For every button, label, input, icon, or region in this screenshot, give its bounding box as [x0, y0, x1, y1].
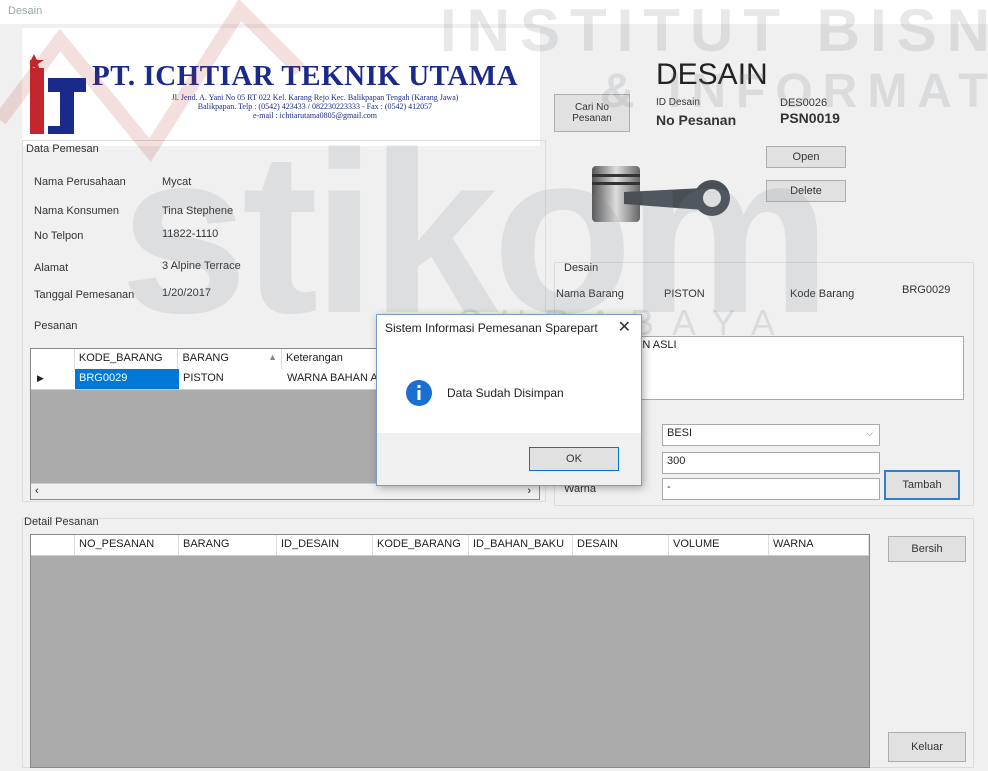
ok-button[interactable]: OK — [529, 447, 619, 471]
col-desain[interactable]: DESAIN — [573, 535, 669, 555]
col-no-pesanan[interactable]: NO_PESANAN — [75, 535, 179, 555]
id-desain-label: ID Desain — [656, 97, 700, 108]
bersih-button[interactable]: Bersih — [888, 536, 966, 562]
tanggal-pemesanan-value: 1/20/2017 — [162, 287, 211, 299]
info-icon — [406, 380, 432, 406]
no-pesanan-value: PSN0019 — [780, 110, 840, 126]
tanggal-pemesanan-label: Tanggal Pemesanan — [34, 289, 135, 301]
desain-title: Desain — [564, 262, 599, 274]
form-title: DESAIN — [656, 58, 768, 91]
scroll-right-icon[interactable]: › — [527, 485, 531, 497]
pesanan-label: Pesanan — [34, 320, 78, 332]
no-telpon-label: No Telpon — [34, 230, 84, 242]
col-kode-barang[interactable]: KODE_BARANG — [373, 535, 469, 555]
chevron-down-icon[interactable]: ⌵ — [866, 428, 873, 439]
col-id-bahan-baku[interactable]: ID_BAHAN_BAKU — [469, 535, 573, 555]
open-button[interactable]: Open — [766, 146, 846, 168]
alamat-label: Alamat — [34, 262, 69, 274]
detail-pesanan-title: Detail Pesanan — [24, 516, 99, 528]
no-telpon-value: 11822-1110 — [162, 228, 219, 240]
detail-grid-header: NO_PESANAN BARANG ID_DESAIN KODE_BARANG … — [31, 535, 869, 556]
col-warna[interactable]: WARNA — [769, 535, 869, 555]
scroll-left-icon[interactable]: ‹ — [35, 485, 39, 497]
dialog-title: Sistem Informasi Pemesanan Sparepart — [385, 321, 598, 335]
nama-barang-label: Nama Barang — [556, 288, 624, 300]
col-barang[interactable]: BARANG — [179, 535, 277, 555]
close-icon[interactable]: ✕ — [618, 317, 631, 337]
keluar-button[interactable]: Keluar — [888, 732, 966, 762]
delete-button[interactable]: Delete — [766, 180, 846, 202]
nama-konsumen-value: Tina Stephene — [162, 205, 234, 217]
bahan-select[interactable]: BESI ⌵ — [662, 424, 880, 446]
id-desain-value: DES0026 — [780, 97, 828, 109]
col-barang[interactable]: BARANG ▲ — [178, 349, 283, 369]
nama-konsumen-label: Nama Konsumen — [34, 205, 119, 217]
detail-pesanan-grid[interactable]: NO_PESANAN BARANG ID_DESAIN KODE_BARANG … — [30, 534, 870, 768]
cell-kode-barang[interactable]: BRG0029 — [75, 369, 179, 389]
alamat-value: 3 Alpine Terrace — [162, 260, 241, 272]
kode-barang-value: BRG0029 — [902, 284, 951, 296]
cari-no-pesanan-button[interactable]: Cari No Pesanan — [554, 94, 630, 132]
col-kode-barang[interactable]: KODE_BARANG — [75, 349, 179, 369]
watermark-swoosh — [0, 0, 305, 162]
volume-field[interactable]: 300 — [662, 452, 880, 474]
message-dialog: Sistem Informasi Pemesanan Sparepart ✕ D… — [376, 314, 642, 486]
piston-image — [592, 166, 730, 222]
keterangan-field[interactable]: AN ASLI — [630, 336, 964, 400]
no-pesanan-label: No Pesanan — [656, 112, 737, 128]
col-volume[interactable]: VOLUME — [669, 535, 769, 555]
dialog-message: Data Sudah Disimpan — [447, 386, 564, 400]
nama-barang-value: PISTON — [664, 288, 705, 300]
cell-barang[interactable]: PISTON — [179, 369, 283, 389]
tambah-button[interactable]: Tambah — [884, 470, 960, 500]
row-pointer-icon: ▶ — [37, 373, 44, 383]
col-id-desain[interactable]: ID_DESAIN — [277, 535, 373, 555]
kode-barang-label: Kode Barang — [790, 288, 855, 300]
warna-field[interactable]: - — [662, 478, 880, 500]
